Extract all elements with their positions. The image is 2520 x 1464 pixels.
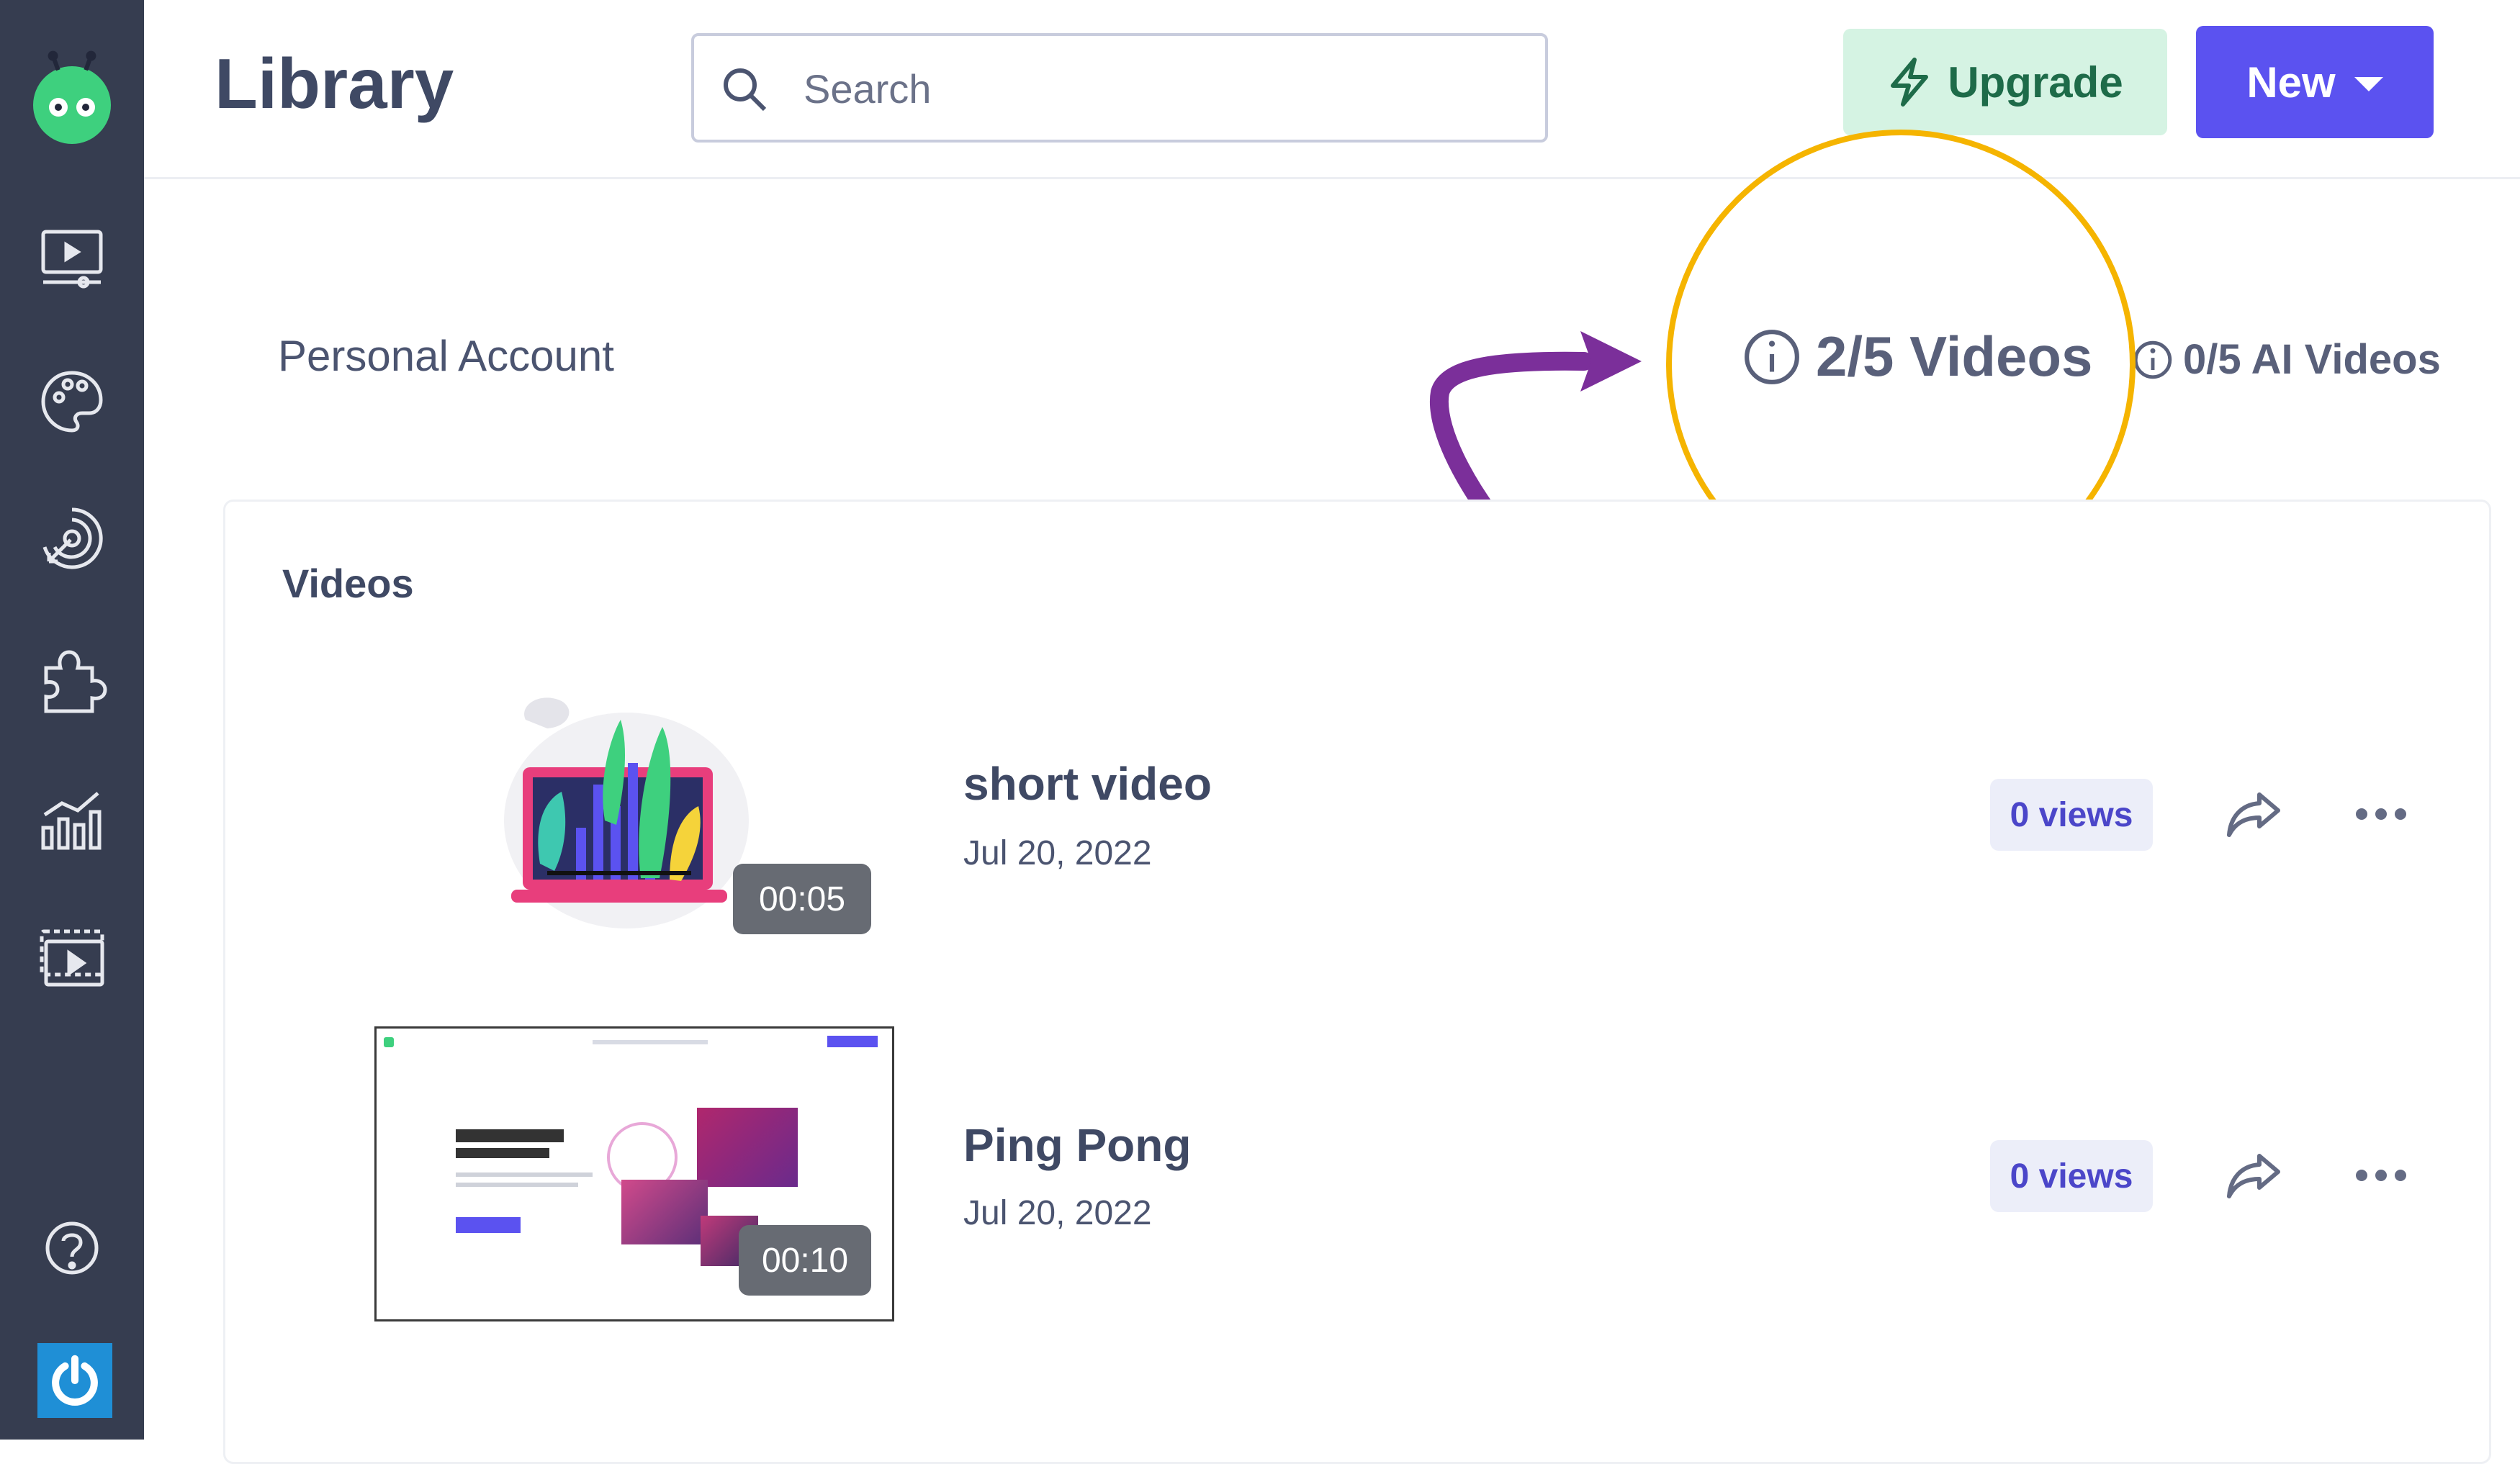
analytics-icon (41, 792, 102, 850)
media-library-icon (40, 929, 104, 987)
palette-icon (41, 371, 103, 433)
help-icon (45, 1221, 99, 1275)
duration-badge: 00:10 (739, 1225, 871, 1296)
share-icon[interactable] (2225, 1150, 2282, 1201)
video-player-icon (41, 230, 103, 289)
sidebar-item-analytics[interactable] (30, 777, 114, 861)
search-input[interactable] (802, 36, 1525, 141)
video-date: Jul 20, 2022 (963, 834, 1152, 872)
power-button[interactable] (37, 1343, 112, 1418)
views-badge[interactable]: 0 views (1990, 779, 2153, 851)
header-divider (144, 177, 2520, 179)
account-name: Personal Account (278, 332, 614, 380)
app-logo-icon[interactable] (33, 54, 111, 144)
share-icon[interactable] (2225, 789, 2282, 839)
power-icon (52, 1355, 98, 1406)
video-date: Jul 20, 2022 (963, 1194, 1152, 1232)
new-label: New (2246, 58, 2336, 107)
sidebar-item-target[interactable] (30, 497, 114, 580)
target-icon (42, 507, 103, 569)
ai-videos-quota[interactable]: 0/5 AI Videos (2133, 335, 2441, 384)
search-box[interactable] (691, 33, 1548, 143)
upgrade-label: Upgrade (1948, 58, 2123, 107)
sidebar-item-media[interactable] (30, 916, 114, 999)
page-title: Library (215, 44, 454, 123)
lightning-icon (1891, 58, 1929, 107)
new-button[interactable]: New (2196, 26, 2434, 138)
video-title[interactable]: short video (963, 757, 1212, 810)
views-badge[interactable]: 0 views (1990, 1140, 2153, 1212)
info-icon (2133, 340, 2172, 379)
section-title: Videos (282, 561, 414, 606)
ai-videos-quota-label: 0/5 AI Videos (2183, 336, 2441, 383)
puzzle-icon (44, 650, 107, 713)
search-icon (724, 68, 767, 112)
chevron-down-icon (2354, 77, 2383, 91)
more-options-icon[interactable] (2356, 1165, 2406, 1186)
help-button[interactable] (30, 1206, 114, 1290)
video-thumbnail[interactable] (497, 677, 756, 936)
upgrade-button[interactable]: Upgrade (1843, 29, 2167, 135)
more-options-icon[interactable] (2356, 803, 2406, 825)
duration-badge: 00:05 (733, 864, 871, 934)
sidebar-item-videos[interactable] (30, 216, 114, 299)
sidebar-item-integrations[interactable] (30, 638, 114, 721)
sidebar-item-design[interactable] (30, 360, 114, 443)
video-title[interactable]: Ping Pong (963, 1119, 1191, 1172)
